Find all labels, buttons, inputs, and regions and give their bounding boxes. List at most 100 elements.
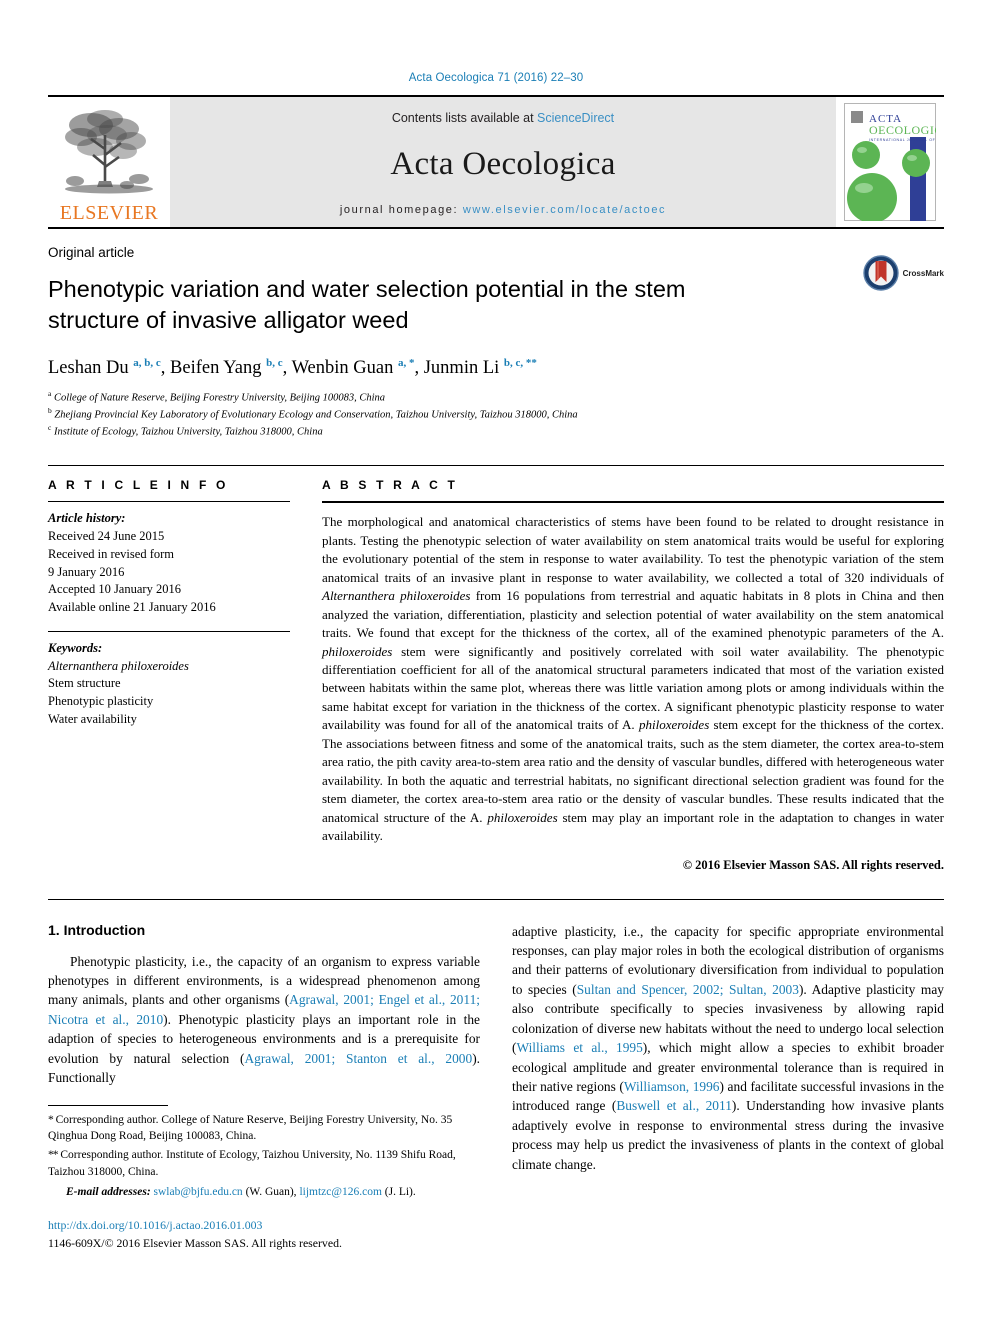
affiliation-marker: c xyxy=(48,422,52,432)
email-owner: (J. Li). xyxy=(381,1186,416,1199)
article-type-label: Original article xyxy=(48,245,135,260)
crossmark-badge[interactable]: CrossMark xyxy=(862,255,944,291)
affiliation-text: Institute of Ecology, Taizhou University… xyxy=(53,426,323,438)
history-item: Received 24 June 2015 xyxy=(48,529,165,544)
doi-block: http://dx.doi.org/10.1016/j.actao.2016.0… xyxy=(48,1217,480,1252)
footnote-text: Corresponding author. Institute of Ecolo… xyxy=(48,1149,456,1178)
body-columns: 1. Introduction Phenotypic plasticity, i… xyxy=(48,922,944,1252)
journal-title: Acta Oecologica xyxy=(390,146,616,182)
keyword-item: Stem structure xyxy=(48,676,121,691)
keywords-label: Keywords: xyxy=(48,640,103,655)
history-item: 9 January 2016 xyxy=(48,564,125,579)
affiliation-text: College of Nature Reserve, Beijing Fores… xyxy=(53,392,386,404)
article-info-heading: A R T I C L E I N F O xyxy=(48,478,229,493)
journal-band: Contents lists available at ScienceDirec… xyxy=(170,97,836,227)
author-affil-marker[interactable]: b, c xyxy=(266,357,283,369)
author-sep: , xyxy=(282,358,292,379)
email-label: E-mail addresses: xyxy=(66,1186,151,1199)
author-sep: , xyxy=(160,358,171,379)
author-item: Junmin Li b, c, ** xyxy=(423,357,537,379)
journal-cover-thumbnail[interactable]: ACTA OECOLOGICA INTERNATIONAL JOURNAL OF… xyxy=(836,97,944,227)
author-item: Beifen Yang b, c, xyxy=(170,357,292,379)
crossmark-label: CrossMark xyxy=(902,268,944,278)
issn-copyright: 1146-609X/© 2016 Elsevier Masson SAS. Al… xyxy=(48,1235,342,1250)
affiliation-line: c Institute of Ecology, Taizhou Universi… xyxy=(48,423,944,440)
doi-link[interactable]: http://dx.doi.org/10.1016/j.actao.2016.0… xyxy=(48,1217,480,1234)
contents-available-line: Contents lists available at ScienceDirec… xyxy=(392,111,614,125)
keywords-group: Keywords: Alternanthera philoxeroides St… xyxy=(48,640,290,729)
citation-link[interactable]: Sultan and Spencer, 2002; Sultan, 2003 xyxy=(577,982,799,997)
corresponding-author-1: * Corresponding author. College of Natur… xyxy=(48,1112,480,1145)
species-name: philoxeroides xyxy=(638,717,710,733)
section-title-introduction: 1. Introduction xyxy=(48,921,146,938)
abstract-column: A B S T R A C T The morphological and an… xyxy=(322,478,944,872)
author-affil-marker[interactable]: a, * xyxy=(398,357,415,369)
email-addresses-line: E-mail addresses: swlab@bjfu.edu.cn (W. … xyxy=(48,1184,480,1201)
citation-link[interactable]: Williamson, 1996 xyxy=(624,1079,720,1094)
footnote-text: Corresponding author. College of Nature … xyxy=(48,1113,453,1143)
homepage-prefix: journal homepage: xyxy=(339,204,459,216)
author-affil-marker[interactable]: b, c, ** xyxy=(504,357,537,369)
citation-link[interactable]: Buswell et al., 2011 xyxy=(616,1098,732,1113)
author-name: Leshan Du xyxy=(48,358,129,379)
svg-text:OECOLOGICA: OECOLOGICA xyxy=(869,123,936,137)
abstract-part: The morphological and anatomical charact… xyxy=(322,514,944,585)
footnote-rule xyxy=(48,1104,168,1106)
abstract-text: The morphological and anatomical charact… xyxy=(322,513,944,845)
body-left-column: 1. Introduction Phenotypic plasticity, i… xyxy=(48,922,480,1252)
elsevier-wordmark: ELSEVIER xyxy=(59,202,159,224)
keyword-item: Water availability xyxy=(48,711,137,726)
homepage-url-link[interactable]: www.elsevier.com/locate/actoec xyxy=(463,204,666,216)
email-link-guan[interactable]: swlab@bjfu.edu.cn xyxy=(154,1186,243,1198)
author-sep: , xyxy=(414,358,424,379)
species-name: philoxeroides xyxy=(322,643,393,659)
elsevier-tree-icon xyxy=(65,110,153,194)
footnote-marker: ** xyxy=(48,1149,58,1162)
journal-cover-image: ACTA OECOLOGICA INTERNATIONAL JOURNAL OF… xyxy=(844,103,936,221)
author-name: Junmin Li xyxy=(423,358,500,379)
author-item: Wenbin Guan a, *, xyxy=(291,357,424,379)
info-abstract-region: A R T I C L E I N F O Article history: R… xyxy=(48,465,944,872)
species-name: Alternanthera philoxeroides xyxy=(322,588,471,604)
elsevier-logo: ELSEVIER xyxy=(48,97,170,227)
abstract-heading: A B S T R A C T xyxy=(322,478,458,493)
corresponding-author-2: ** Corresponding author. Institute of Ec… xyxy=(48,1147,480,1180)
author-list: Leshan Du a, b, c, Beifen Yang b, c, Wen… xyxy=(48,356,944,380)
affiliation-line: a College of Nature Reserve, Beijing For… xyxy=(48,389,944,406)
body-top-rule xyxy=(48,898,944,900)
email-owner: (W. Guan), xyxy=(242,1186,300,1199)
intro-paragraph-left: Phenotypic plasticity, i.e., the capacit… xyxy=(48,952,480,1088)
author-affil-marker[interactable]: a, b, c xyxy=(133,357,161,369)
email-link-li[interactable]: lijmtzc@126.com xyxy=(299,1186,381,1198)
running-head: Acta Oecologica 71 (2016) 22–30 xyxy=(408,72,584,84)
keyword-item: Alternanthera philoxeroides xyxy=(48,658,189,673)
footnote-marker: * xyxy=(48,1113,54,1126)
journal-masthead: ELSEVIER Contents lists available at Sci… xyxy=(48,95,944,227)
author-item: Leshan Du a, b, c, xyxy=(48,357,171,379)
article-info-rule xyxy=(48,501,290,503)
crossmark-icon xyxy=(862,255,899,291)
affiliation-marker: b xyxy=(48,405,52,415)
keyword-item: Phenotypic plasticity xyxy=(48,694,154,709)
history-item: Accepted 10 January 2016 xyxy=(48,582,181,597)
keywords-rule xyxy=(48,630,290,632)
footnotes-block: * Corresponding author. College of Natur… xyxy=(48,1104,480,1252)
citation-link[interactable]: Williams et al., 1995 xyxy=(516,1040,642,1055)
contents-prefix: Contents lists available at xyxy=(391,111,538,125)
abstract-rule xyxy=(322,501,944,504)
affiliation-line: b Zhejiang Provincial Key Laboratory of … xyxy=(48,406,944,423)
history-item: Received in revised form xyxy=(48,546,174,561)
citation-link[interactable]: Agrawal, 2001; Stanton et al., 2000 xyxy=(244,1051,472,1066)
history-item: Available online 21 January 2016 xyxy=(48,600,216,615)
abstract-part: stem except for the thickness of the cor… xyxy=(322,717,944,825)
species-name: philoxeroides xyxy=(487,809,558,825)
article-page: Acta Oecologica 71 (2016) 22–30 ELSEVIER… xyxy=(0,0,992,1323)
body-right-column: adaptive plasticity, i.e., the capacity … xyxy=(512,922,944,1252)
svg-text:INTERNATIONAL JOURNAL OF ECOLO: INTERNATIONAL JOURNAL OF ECOLOGY xyxy=(869,138,936,142)
sciencedirect-link[interactable]: ScienceDirect xyxy=(537,111,614,125)
author-name: Beifen Yang xyxy=(170,358,262,379)
author-name: Wenbin Guan xyxy=(291,358,394,379)
article-history-group: Article history: Received 24 June 2015 R… xyxy=(48,510,290,617)
title-block: Original article CrossMark Phenotypic va… xyxy=(48,229,944,439)
affiliation-text: Zhejiang Provincial Key Laboratory of Ev… xyxy=(54,409,578,421)
